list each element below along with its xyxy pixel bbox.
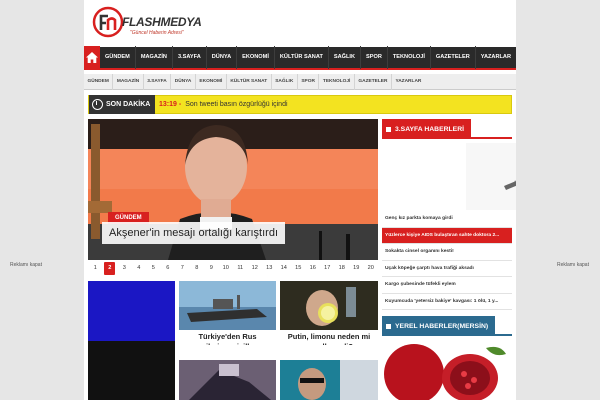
page-container: FLASHMEDYA "Güncel Haberin Adresi" GÜNDE… — [84, 0, 516, 400]
news-card-1-image — [88, 281, 175, 400]
logo-mark-icon — [92, 6, 124, 38]
main-nav: GÜNDEM MAGAZİN 3.SAYFA DÜNYA EKONOMİ KÜL… — [84, 46, 516, 70]
slider-page-4[interactable]: 4 — [132, 262, 147, 275]
nav-item-saglik[interactable]: SAĞLIK — [329, 46, 361, 69]
slider-page-8[interactable]: 8 — [190, 262, 205, 275]
section-3sayfa-header[interactable]: 3.SAYFA HABERLERİ — [382, 119, 512, 139]
slider-headline[interactable]: Akşener'in mesajı ortalığı karıştırdı — [102, 222, 285, 244]
slider-page-3[interactable]: 3 — [117, 262, 132, 275]
home-button[interactable] — [84, 46, 100, 69]
headline-slider[interactable]: GÜNDEM Akşener'in mesajı ortalığı karışt… — [88, 119, 378, 260]
news-card-3-title[interactable]: Putin, limonu neden mi engellemedi? — [280, 332, 378, 345]
slider-page-14[interactable]: 14 — [277, 262, 292, 275]
slider-pagination: 1 2 3 4 5 6 7 8 9 10 11 12 13 14 15 16 17 18 19 20 — [88, 262, 378, 275]
nav-item-magazin[interactable]: MAGAZİN — [136, 46, 173, 69]
slider-page-2[interactable]: 2 — [104, 262, 116, 275]
close-ad-link-left[interactable]: Reklamı kapat — [10, 262, 42, 268]
nav-item-dunya[interactable]: DÜNYA — [207, 46, 238, 69]
slider-page-7[interactable]: 7 — [175, 262, 190, 275]
section-3sayfa-item[interactable]: Kuyumcuda 'yetersiz bakiye' kavgası: 1 ö… — [382, 294, 512, 310]
logo-name: FLASHMEDYA — [122, 15, 202, 29]
section-yerel-header[interactable]: YEREL HABERLER(MERSİN) — [382, 316, 512, 336]
nav-item-yazarlar[interactable]: YAZARLAR — [476, 46, 516, 69]
slider-page-5[interactable]: 5 — [146, 262, 161, 275]
section-3sayfa-image[interactable] — [466, 143, 516, 210]
site-logo[interactable]: FLASHMEDYA "Güncel Haberin Adresi" — [92, 6, 212, 42]
subnav-item-teknoloji[interactable]: TEKNOLOJİ — [319, 73, 355, 90]
bullet-square-icon — [386, 323, 391, 329]
news-card-2[interactable]: Türkiye'den Rus gemilerine misilleme — [179, 281, 276, 345]
subnav-item-magazin[interactable]: MAGAZİN — [113, 73, 144, 90]
subnav-item-3sayfa[interactable]: 3.SAYFA — [144, 73, 172, 90]
section-3sayfa-item[interactable]: Kargo şubesinde tüfekli eylem — [382, 277, 512, 294]
ticker-headline-link[interactable]: Son tweeti basın özgürlüğü içindi — [185, 101, 287, 108]
news-card-4-image — [179, 360, 276, 400]
slider-page-9[interactable]: 9 — [204, 262, 219, 275]
nav-item-teknoloji[interactable]: TEKNOLOJİ — [388, 46, 431, 69]
slider-page-18[interactable]: 18 — [335, 262, 350, 275]
slider-page-12[interactable]: 12 — [248, 262, 263, 275]
slider-page-13[interactable]: 13 — [262, 262, 277, 275]
slider-page-6[interactable]: 6 — [161, 262, 176, 275]
slider-page-20[interactable]: 20 — [364, 262, 379, 275]
nav-item-ekonomi[interactable]: EKONOMİ — [237, 46, 275, 69]
news-card-3-image — [280, 281, 378, 330]
nav-item-3sayfa[interactable]: 3.SAYFA — [173, 46, 207, 69]
news-card-5-image — [280, 360, 378, 400]
nav-item-gazeteler[interactable]: GAZETELER — [431, 46, 476, 69]
subnav-item-kultur-sanat[interactable]: KÜLTÜR SANAT — [227, 73, 272, 90]
section-3sayfa-item[interactable]: Sokakta cinsel organını kesti! — [382, 244, 512, 261]
sub-nav: GÜNDEM MAGAZİN 3.SAYFA DÜNYA EKONOMİ KÜL… — [84, 73, 516, 90]
syringe-photo — [466, 143, 516, 210]
section-3sayfa-title: 3.SAYFA HABERLERİ — [395, 125, 464, 133]
nav-item-gundem[interactable]: GÜNDEM — [100, 46, 136, 69]
news-card-4[interactable] — [179, 360, 276, 400]
subnav-item-gazeteler[interactable]: GAZETELER — [355, 73, 392, 90]
news-card-1[interactable] — [88, 281, 175, 400]
news-card-3[interactable]: Putin, limonu neden mi engellemedi? — [280, 281, 378, 345]
slider-page-10[interactable]: 10 — [219, 262, 234, 275]
slider-page-11[interactable]: 11 — [233, 262, 248, 275]
section-3sayfa-list: Genç kız parkta komaya girdi Yüzlerce kiş… — [382, 211, 512, 310]
breaking-news-label-text: SON DAKİKA — [106, 101, 151, 108]
subnav-item-ekonomi[interactable]: EKONOMİ — [196, 73, 227, 90]
news-card-2-image — [179, 281, 276, 330]
subnav-item-dunya[interactable]: DÜNYA — [171, 73, 196, 90]
slider-page-1[interactable]: 1 — [88, 262, 103, 275]
section-yerel-image[interactable] — [382, 340, 512, 400]
section-yerel-title: YEREL HABERLER(MERSİN) — [395, 322, 489, 330]
pomegranate-photo — [382, 340, 512, 400]
news-card-5[interactable] — [280, 360, 378, 400]
home-icon — [85, 52, 98, 63]
slider-page-19[interactable]: 19 — [349, 262, 364, 275]
bullet-square-icon — [386, 126, 391, 132]
breaking-news-ticker: SON DAKİKA 13:19 - Son tweeti basın özgü… — [88, 95, 512, 114]
slider-page-15[interactable]: 15 — [291, 262, 306, 275]
section-3sayfa-item[interactable]: Uçak köpeğe çarptı hava trafiği aksadı — [382, 261, 512, 277]
logo-tagline: "Güncel Haberin Adresi" — [130, 30, 184, 36]
news-card-2-title[interactable]: Türkiye'den Rus gemilerine misilleme — [179, 332, 276, 345]
subnav-item-gundem[interactable]: GÜNDEM — [84, 73, 114, 90]
close-ad-link-right[interactable]: Reklamı kapat — [557, 262, 589, 268]
section-3sayfa-item[interactable]: Yüzlerce kişiye AIDS bulaştıran sahte do… — [382, 227, 512, 244]
subnav-item-yazarlar[interactable]: YAZARLAR — [392, 74, 425, 90]
breaking-news-label: SON DAKİKA — [89, 95, 155, 114]
ticker-time: 13:19 - — [159, 101, 182, 108]
slider-page-17[interactable]: 17 — [320, 262, 335, 275]
subnav-item-saglik[interactable]: SAĞLIK — [272, 73, 298, 90]
clock-icon — [92, 99, 103, 110]
nav-item-kultur-sanat[interactable]: KÜLTÜR SANAT — [275, 46, 329, 69]
subnav-item-spor[interactable]: SPOR — [298, 73, 320, 90]
nav-item-spor[interactable]: SPOR — [361, 46, 388, 69]
slider-page-16[interactable]: 16 — [306, 262, 321, 275]
section-3sayfa-item[interactable]: Genç kız parkta komaya girdi — [382, 211, 512, 228]
